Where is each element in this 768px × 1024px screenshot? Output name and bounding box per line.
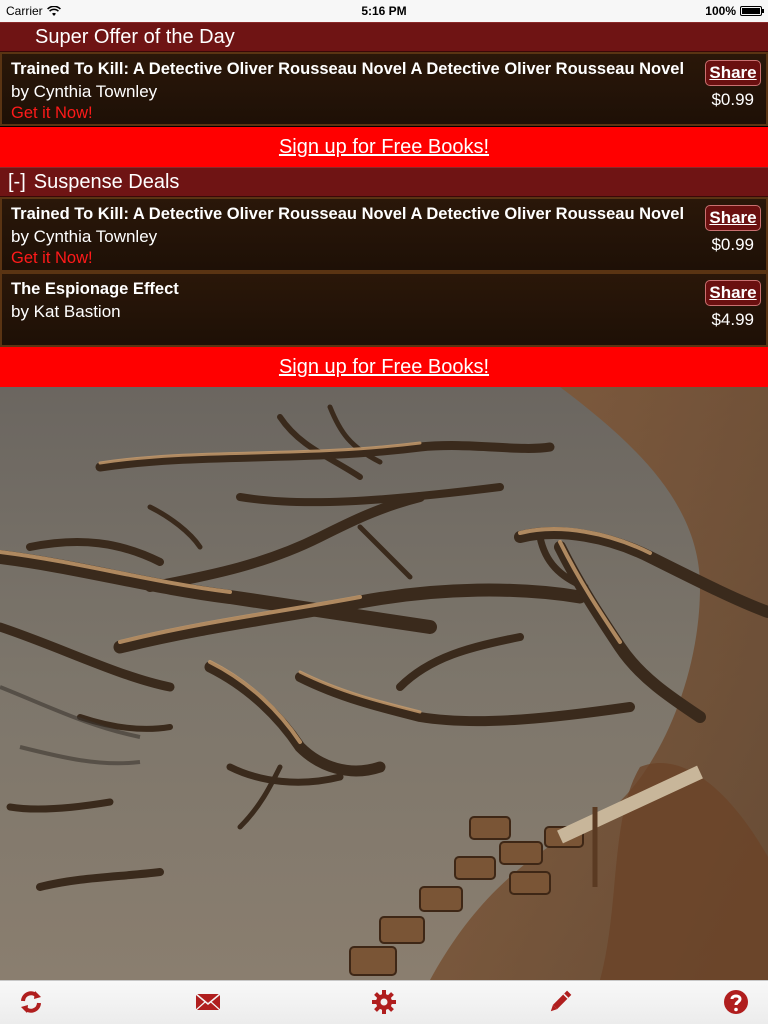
status-time: 5:16 PM [361,4,407,18]
tab-bar [0,980,768,1024]
collapse-toggle[interactable]: [-] [8,171,26,194]
status-right: 100% [705,4,764,18]
super-offer-book-row[interactable]: Trained To Kill: A Detective Oliver Rous… [0,52,768,126]
book-price: $0.99 [711,235,754,254]
signup-link[interactable]: Sign up for Free Books! [279,136,489,159]
share-button[interactable]: Share [705,60,761,86]
pencil-icon [550,990,572,1012]
signup-banner[interactable]: Sign up for Free Books! [0,347,768,387]
suspense-deals-title: Suspense Deals [33,170,180,193]
book-title[interactable]: Trained To Kill: A Detective Oliver Rous… [11,60,691,79]
book-price: $0.99 [711,90,754,109]
write-button[interactable] [544,987,576,1017]
status-bar: Carrier 5:16 PM 100% [0,0,768,22]
super-offer-title: Super Offer of the Day [35,25,235,48]
help-button[interactable] [720,987,752,1017]
get-it-now-link[interactable]: Get it Now! [11,249,93,268]
settings-button[interactable] [368,987,400,1017]
battery-label: 100% [705,4,736,18]
mail-button[interactable] [192,987,224,1017]
book-title[interactable]: The Espionage Effect [11,280,691,299]
book-author: by Cynthia Townley [11,227,158,246]
refresh-button[interactable] [15,987,47,1017]
share-button[interactable]: Share [705,205,761,231]
suspense-deals-header[interactable]: [-] Suspense Deals [0,167,768,197]
gear-icon [372,990,396,1014]
signup-link[interactable]: Sign up for Free Books! [279,356,489,379]
suspense-book-row[interactable]: The Espionage Effect by Kat Bastion Shar… [0,272,768,347]
mail-icon [195,993,221,1011]
help-icon [724,990,748,1014]
share-button[interactable]: Share [705,280,761,306]
book-price: $4.99 [711,310,754,329]
signup-banner[interactable]: Sign up for Free Books! [0,127,768,167]
refresh-icon [21,991,41,1013]
suspense-book-row[interactable]: Trained To Kill: A Detective Oliver Rous… [0,197,768,272]
app-screen: Carrier 5:16 PM 100% Super Offer of the … [0,0,768,1024]
book-title[interactable]: Trained To Kill: A Detective Oliver Rous… [11,205,691,224]
battery-icon [740,6,764,16]
get-it-now-link[interactable]: Get it Now! [11,104,93,123]
book-author: by Cynthia Townley [11,82,158,101]
super-offer-header: Super Offer of the Day [0,22,768,52]
driftwood-illustration [0,387,768,980]
background-photo [0,387,768,980]
book-author: by Kat Bastion [11,302,121,321]
